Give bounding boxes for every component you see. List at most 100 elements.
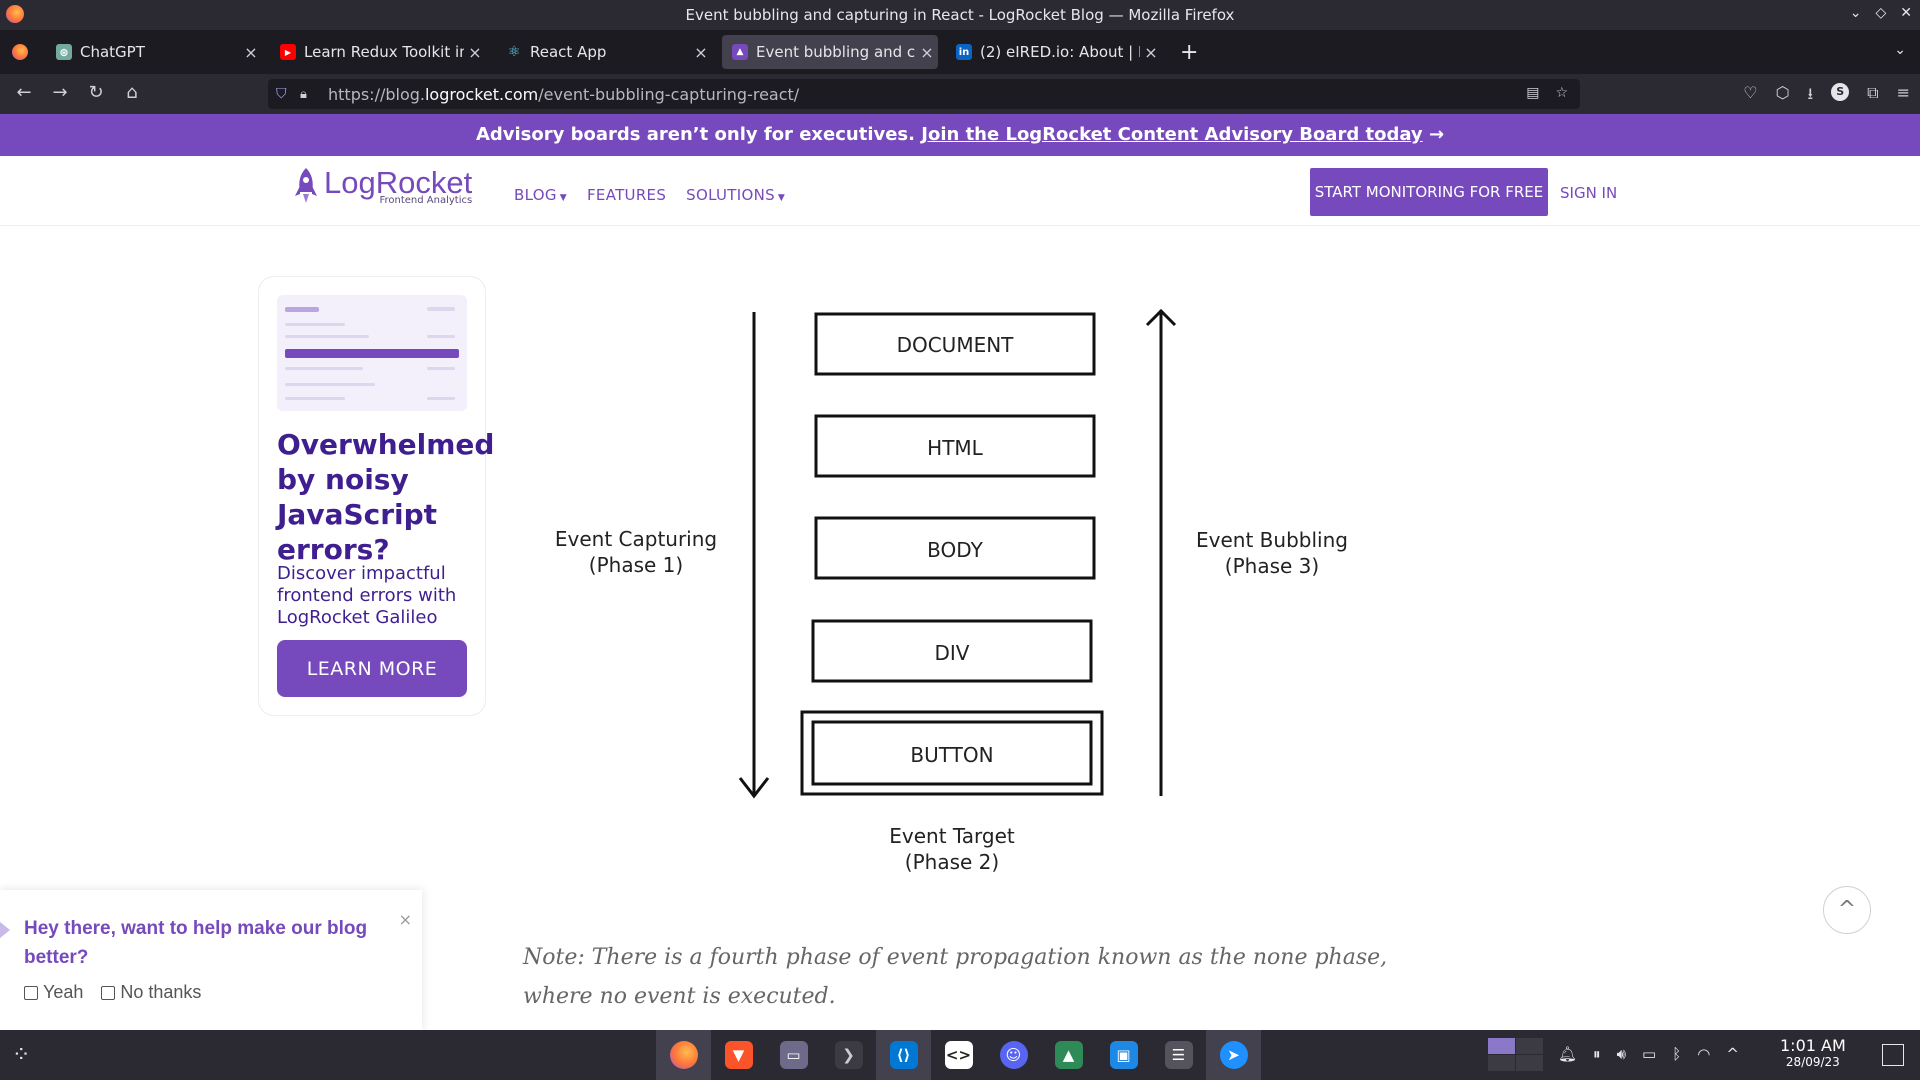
- tab-event-bubbling[interactable]: ▲ Event bubbling and capt ×: [722, 35, 938, 69]
- new-tab-button[interactable]: +: [1180, 40, 1198, 65]
- extension-icon[interactable]: ⬡: [1776, 83, 1790, 110]
- wifi-icon[interactable]: ◠: [1697, 1045, 1710, 1063]
- lock-icon[interactable]: 🔒︎: [300, 87, 318, 102]
- code-app-icon: <>: [944, 1041, 973, 1069]
- close-icon[interactable]: ×: [399, 910, 412, 929]
- battery-icon[interactable]: ▭: [1642, 1045, 1656, 1063]
- caret-down-icon: ▼: [559, 193, 567, 203]
- site-header: LogRocket Frontend Analytics BLOG ▼ FEATU…: [0, 156, 1920, 226]
- logo-wordmark: LogRocket: [324, 164, 473, 200]
- firefox-view-icon[interactable]: [12, 44, 28, 60]
- start-monitoring-button[interactable]: START MONITORING FOR FREE: [1310, 168, 1548, 216]
- tray-expand-icon[interactable]: ^: [1726, 1045, 1739, 1063]
- taskbar-vscode[interactable]: ⟨⟩: [876, 1030, 931, 1080]
- caret-down-icon: ▼: [777, 193, 786, 203]
- box-div-label: DIV: [935, 641, 970, 665]
- clock-time: 1:01 AM: [1780, 1036, 1846, 1055]
- logrocket-icon: ▲: [732, 44, 748, 60]
- folder-icon: ▭: [779, 1041, 808, 1069]
- nav-features[interactable]: FEATURES: [587, 186, 666, 204]
- taskbar-firefox[interactable]: [656, 1030, 711, 1080]
- box-body-label: BODY: [927, 538, 983, 562]
- show-desktop-button[interactable]: [1882, 1044, 1904, 1066]
- forward-icon[interactable]: →: [48, 82, 72, 103]
- virtual-desktop-pager[interactable]: [1488, 1038, 1544, 1072]
- taskbar-browser[interactable]: ➤: [1206, 1030, 1261, 1080]
- survey-option-no-thanks[interactable]: No thanks: [101, 982, 201, 1003]
- rocket-icon: [295, 168, 317, 203]
- discord-icon: ☺: [999, 1041, 1028, 1069]
- survey-option-yeah[interactable]: Yeah: [24, 982, 83, 1003]
- nav-blog[interactable]: BLOG ▼: [514, 186, 567, 204]
- firefox-icon: [669, 1041, 698, 1069]
- vscode-icon: ⟨⟩: [889, 1041, 918, 1069]
- downloads-icon[interactable]: ⭳: [1808, 83, 1814, 110]
- close-tab-icon[interactable]: ×: [464, 43, 486, 62]
- arrow-right-icon: →: [1428, 124, 1445, 145]
- reader-view-icon[interactable]: ▤: [1526, 85, 1539, 101]
- tab-linkedin[interactable]: in (2) eIRED.io: About | Lin ×: [946, 35, 1162, 69]
- list-all-tabs-icon[interactable]: ⌄: [1894, 42, 1906, 58]
- bluetooth-icon[interactable]: ᛒ: [1672, 1045, 1681, 1063]
- close-tab-icon[interactable]: ×: [1140, 43, 1162, 62]
- clock[interactable]: 1:01 AM 28/09/23: [1780, 1036, 1846, 1069]
- close-tab-icon[interactable]: ×: [690, 43, 712, 62]
- sign-in-link[interactable]: SIGN IN: [1560, 184, 1617, 202]
- tab-redux-toolkit[interactable]: ▶ Learn Redux Toolkit in u ×: [270, 35, 486, 69]
- nav-solutions[interactable]: SOLUTIONS ▼: [686, 186, 785, 204]
- menu-icon[interactable]: ≡: [1897, 83, 1910, 110]
- close-window-icon[interactable]: ✕: [1900, 5, 1912, 21]
- system-tray: 🔔︎ ⏸ 🔊︎ ▭ ᛒ ◠ ^: [1558, 1045, 1739, 1063]
- navigation-toolbar: ← → ↻ ⌂ ⛉ 🔒︎ https://blog.logrocket.com/…: [0, 74, 1920, 114]
- tab-chatgpt[interactable]: ⊛ ChatGPT ×: [46, 35, 262, 69]
- taskbar-discord[interactable]: ☺: [986, 1030, 1041, 1080]
- taskbar-devtool[interactable]: <>: [931, 1030, 986, 1080]
- box-html-label: HTML: [927, 436, 984, 460]
- home-icon[interactable]: ⌂: [120, 82, 144, 103]
- taskbar-settings[interactable]: ☰: [1151, 1030, 1206, 1080]
- target-phase-label: (Phase 2): [905, 850, 999, 874]
- terminal-icon: ❯: [834, 1041, 863, 1069]
- box-button-label: BUTTON: [910, 743, 993, 767]
- target-label: Event Target: [889, 824, 1015, 848]
- bubbling-label: Event Bubbling: [1196, 528, 1348, 552]
- volume-icon[interactable]: 🔊︎: [1617, 1045, 1626, 1063]
- checkbox-no-thanks[interactable]: [101, 985, 116, 1000]
- back-to-top-button[interactable]: ^: [1823, 886, 1871, 934]
- advisory-board-link[interactable]: Join the LogRocket Content Advisory Boar…: [921, 124, 1422, 145]
- minimize-icon[interactable]: ⌄: [1850, 5, 1862, 21]
- window-title: Event bubbling and capturing in React - …: [685, 6, 1235, 24]
- window-titlebar: Event bubbling and capturing in React - …: [0, 0, 1920, 30]
- taskbar-store[interactable]: ▣: [1096, 1030, 1151, 1080]
- address-bar[interactable]: ⛉ 🔒︎ https://blog.logrocket.com/event-bu…: [268, 79, 1580, 109]
- browser-icon: ➤: [1219, 1041, 1248, 1069]
- note-paragraph: Note: There is a fourth phase of event p…: [523, 945, 1388, 1009]
- url-text: https://blog.logrocket.com/event-bubblin…: [328, 84, 800, 104]
- back-icon[interactable]: ←: [12, 82, 36, 103]
- media-pause-icon[interactable]: ⏸: [1593, 1045, 1601, 1063]
- survey-pointer: [0, 922, 10, 938]
- taskbar-terminal[interactable]: ❯: [821, 1030, 876, 1080]
- system-taskbar: ⁘ ▼ ▭ ❯ ⟨⟩ <> ☺ ▲ ▣ ☰ ➤ 🔔︎ ⏸ 🔊︎ ▭ ᛒ ◠ ^ …: [0, 1030, 1920, 1080]
- app-launcher-icon[interactable]: ⁘: [12, 1043, 30, 1068]
- account-icon[interactable]: S: [1831, 83, 1850, 101]
- logrocket-logo[interactable]: LogRocket Frontend Analytics: [292, 166, 472, 206]
- notifications-icon[interactable]: 🔔︎: [1558, 1045, 1577, 1063]
- maximize-icon[interactable]: ◇: [1875, 5, 1886, 21]
- tracking-protection-icon[interactable]: ⛉: [276, 86, 294, 102]
- clock-date: 28/09/23: [1785, 1055, 1840, 1069]
- extensions-puzzle-icon[interactable]: ⧉: [1867, 83, 1878, 110]
- taskbar-system-monitor[interactable]: ▲: [1041, 1030, 1096, 1080]
- taskbar-brave[interactable]: ▼: [711, 1030, 766, 1080]
- reload-icon[interactable]: ↻: [84, 82, 108, 103]
- tab-react-app[interactable]: ⚛ React App ×: [496, 35, 712, 69]
- feedback-survey-popup: Hey there, want to help make our blog be…: [0, 890, 422, 1030]
- close-tab-icon[interactable]: ×: [240, 43, 262, 62]
- ad-title: Overwhelmed by noisy JavaScript errors?: [277, 428, 495, 566]
- bookmark-star-icon[interactable]: ☆: [1555, 85, 1568, 101]
- close-tab-icon[interactable]: ×: [916, 43, 938, 62]
- pocket-icon[interactable]: ♡: [1743, 83, 1757, 110]
- learn-more-button[interactable]: LEARN MORE: [277, 640, 467, 697]
- checkbox-yeah[interactable]: [24, 985, 38, 1000]
- taskbar-files[interactable]: ▭: [766, 1030, 821, 1080]
